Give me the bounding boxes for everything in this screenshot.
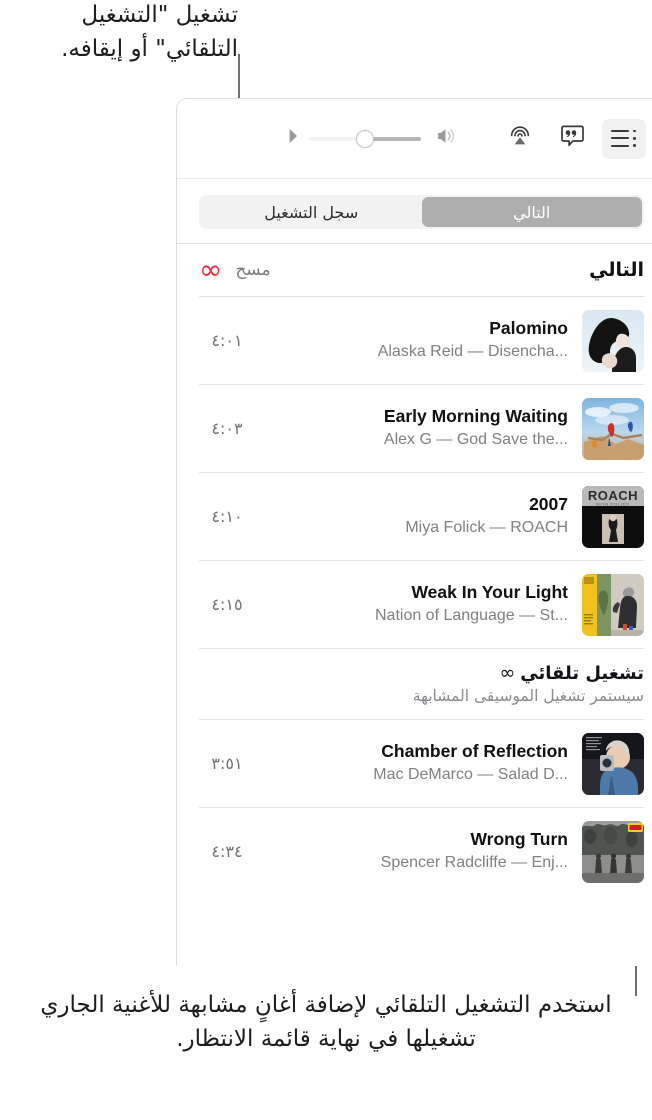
track-title: Weak In Your Light	[411, 582, 568, 603]
track-duration: ٤:٠٣	[211, 419, 243, 438]
queue-tabs: التالي سجل التشغيل	[177, 179, 652, 244]
speaker-triangle-icon	[286, 127, 300, 150]
album-artwork	[582, 397, 644, 460]
track-artist-album: Alex G — God Save the...	[383, 431, 568, 449]
table-row[interactable]: Palomino Alaska Reid — Disencha... ٤:٠١	[199, 296, 644, 384]
album-artwork: ROACH MIYA FOLICK	[582, 485, 644, 548]
autoplay-title-line: تشغيل تلقائي ∞	[199, 663, 644, 684]
infinity-icon: ∞	[499, 662, 516, 684]
segmented-control[interactable]: التالي سجل التشغيل	[199, 195, 644, 229]
volume-slider-knob[interactable]	[356, 129, 374, 148]
track-info: Wrong Turn Spencer Radcliffe — Enj...	[255, 829, 582, 874]
queue-track-list: Palomino Alaska Reid — Disencha... ٤:٠١	[177, 296, 652, 895]
track-artist-album: Mac DeMarco — Salad D...	[373, 766, 568, 784]
queue-list-icon	[611, 129, 637, 149]
lyrics-quote-icon	[560, 124, 585, 154]
track-title: Wrong Turn	[470, 829, 568, 850]
album-artwork	[582, 820, 644, 883]
tab-up-next[interactable]: التالي	[421, 197, 642, 227]
table-row[interactable]: Weak In Your Light Nation of Language — …	[199, 560, 644, 648]
queue-header-title: التالي	[589, 259, 644, 281]
table-row[interactable]: Chamber of Reflection Mac DeMarco — Sala…	[199, 719, 644, 807]
volume-slider-track[interactable]	[309, 129, 421, 148]
track-info: Early Morning Waiting Alex G — God Save …	[255, 406, 582, 451]
player-toolbar	[177, 99, 652, 179]
album-artwork	[582, 573, 644, 636]
airplay-button[interactable]	[498, 119, 542, 159]
track-info: Weak In Your Light Nation of Language — …	[255, 582, 582, 627]
lyrics-button[interactable]	[550, 119, 594, 159]
track-duration: ٤:٣٤	[211, 842, 243, 861]
track-info: Chamber of Reflection Mac DeMarco — Sala…	[255, 741, 582, 786]
track-title: Early Morning Waiting	[383, 406, 568, 427]
tab-play-history[interactable]: سجل التشغيل	[201, 197, 422, 227]
music-queue-window: التالي سجل التشغيل التالي مسح ∞ Palomino…	[176, 98, 652, 966]
track-title: 2007	[529, 494, 568, 515]
track-info: Palomino Alaska Reid — Disencha...	[255, 318, 582, 363]
track-duration: ٤:١٥	[211, 595, 243, 614]
track-duration: ٤:٠١	[211, 331, 243, 350]
autoplay-subtitle: سيستمر تشغيل الموسيقى المشابهة	[412, 687, 644, 705]
track-title: Chamber of Reflection	[381, 741, 568, 762]
callout-caption-bottom: استخدم التشغيل التلقائي لإضافة أغانٍ مشا…	[40, 992, 612, 1053]
album-artwork	[582, 309, 644, 372]
track-artist-album: Miya Folick — ROACH	[405, 519, 568, 537]
callout-caption-top: تشغيل "التشغيل التلقائي" أو إيقافه.	[61, 2, 238, 63]
speaker-wave-icon	[430, 127, 455, 150]
volume-control[interactable]	[286, 127, 455, 150]
track-artist-album: Nation of Language — St...	[374, 607, 568, 625]
clear-queue-button[interactable]: مسح	[235, 260, 270, 280]
svg-text:MIYA FOLICK: MIYA FOLICK	[596, 501, 630, 506]
track-artist-album: Alaska Reid — Disencha...	[377, 343, 568, 361]
album-artwork	[582, 732, 644, 795]
table-row[interactable]: ROACH MIYA FOLICK 2007 Miya Folick — ROA…	[199, 472, 644, 560]
airplay-icon	[507, 123, 533, 154]
queue-header: التالي مسح ∞	[177, 244, 652, 296]
autoplay-title: تشغيل تلقائي	[520, 663, 644, 684]
track-duration: ٤:١٠	[211, 507, 243, 526]
table-row[interactable]: Wrong Turn Spencer Radcliffe — Enj... ٤:…	[199, 807, 644, 895]
autoplay-infinity-toggle[interactable]: ∞	[199, 256, 222, 284]
table-row[interactable]: Early Morning Waiting Alex G — God Save …	[199, 384, 644, 472]
track-info: 2007 Miya Folick — ROACH	[255, 494, 582, 539]
queue-button[interactable]	[602, 118, 646, 159]
queue-header-actions: مسح ∞	[199, 256, 271, 284]
track-artist-album: Spencer Radcliffe — Enj...	[380, 854, 568, 872]
track-title: Palomino	[489, 318, 568, 339]
autoplay-section-header: تشغيل تلقائي ∞ سيستمر تشغيل الموسيقى الم…	[199, 648, 644, 719]
track-duration: ٣:٥١	[211, 754, 243, 773]
